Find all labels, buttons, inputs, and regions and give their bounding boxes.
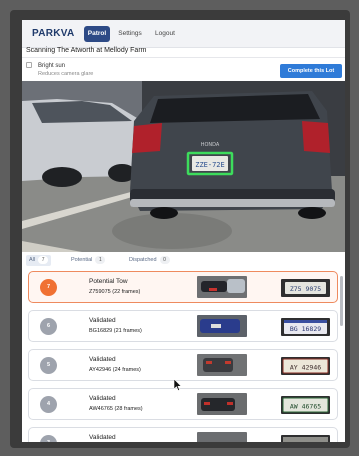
filter-potential-label: Potential [71,257,93,263]
tab-patrol[interactable]: Patrol [84,26,110,42]
complete-lot-button[interactable]: Complete this Lot [280,64,342,78]
vehicle-thumbnail [197,432,247,442]
plate-crop-text: AY 42946 [290,364,321,372]
filter-all[interactable]: All 7 [26,255,52,266]
filter-all-label: All [29,257,36,263]
item-plate: AW46765 (28 frames) [89,406,143,412]
item-number-badge: 6 [40,318,57,335]
camera-frame-image: ZZE-72E HONDA [22,81,345,252]
filter-dispatched-label: Dispatched [129,257,157,263]
detected-plate-text: ZZE-72E [195,161,225,169]
vehicle-thumbnail [197,393,247,415]
filter-dispatched[interactable]: Dispatched 0 [126,255,173,266]
list-item[interactable]: 5 Validated AY42946 (24 frames) AY 42946 [28,349,338,381]
plate-crop-text: BG 16829 [290,325,321,333]
item-number-badge: 5 [40,357,57,374]
divider [22,57,345,58]
item-number-badge: 4 [40,396,57,413]
list-item[interactable]: 7 Potential Tow Z759075 (22 frames) Z75 … [28,271,338,303]
tab-settings[interactable]: Settings [115,26,145,42]
bright-sun-checkbox[interactable] [26,62,32,68]
list-item[interactable]: 3 Validated [28,427,338,442]
plate-crop-text: Z75 9075 [290,285,321,293]
item-plate: BG16829 (21 frames) [89,328,142,334]
plate-crop-image: AW 46765 [281,396,330,414]
item-status: Potential Tow [89,278,128,285]
vehicle-thumbnail [197,354,247,376]
item-status: Validated [89,434,116,441]
vehicle-list: 7 Potential Tow Z759075 (22 frames) Z75 … [22,268,345,442]
item-status: Validated [89,317,116,324]
mouse-cursor-icon [174,379,182,391]
item-plate: AY42946 (24 frames) [89,367,141,373]
item-number-badge: 3 [40,435,57,442]
item-status: Validated [89,356,116,363]
bright-sun-hint: Reduces camera glare [38,71,94,77]
vehicle-brand-text: HONDA [201,142,220,148]
list-scrollbar[interactable] [340,276,343,326]
item-number-badge: 7 [40,279,57,296]
plate-crop-image: Z75 9075 [281,279,330,297]
item-plate: Z759075 (22 frames) [89,289,141,295]
camera-feed: ZZE-72E HONDA [22,81,345,252]
plate-crop-image [281,435,330,442]
filter-dispatched-count: 0 [159,256,170,264]
filter-all-count: 7 [38,256,49,264]
app-window: PARKVA Patrol Settings Logout Scanning T… [22,20,345,442]
vehicle-thumbnail [197,315,247,337]
plate-crop-text: AW 46765 [290,403,321,411]
plate-crop-image: AY 42946 [281,357,330,375]
filter-tabs: All 7 Potential 1 Dispatched 0 [22,252,345,268]
filter-potential-count: 1 [95,256,106,264]
plate-crop-image: BG 16829 [281,318,330,336]
top-nav: PARKVA Patrol Settings Logout [22,20,345,48]
bright-sun-label: Bright sun [38,63,66,69]
vehicle-thumbnail [197,276,247,298]
list-item[interactable]: 4 Validated AW46765 (28 frames) AW 46765 [28,388,338,420]
filter-potential[interactable]: Potential 1 [68,255,108,266]
logout-button[interactable]: Logout [151,26,179,42]
page-title: Scanning The Atworth at Mellody Farm [26,47,147,54]
list-item[interactable]: 6 Validated BG16829 (21 frames) BG 16829 [28,310,338,342]
brand-logo: PARKVA [32,28,75,39]
item-status: Validated [89,395,116,402]
